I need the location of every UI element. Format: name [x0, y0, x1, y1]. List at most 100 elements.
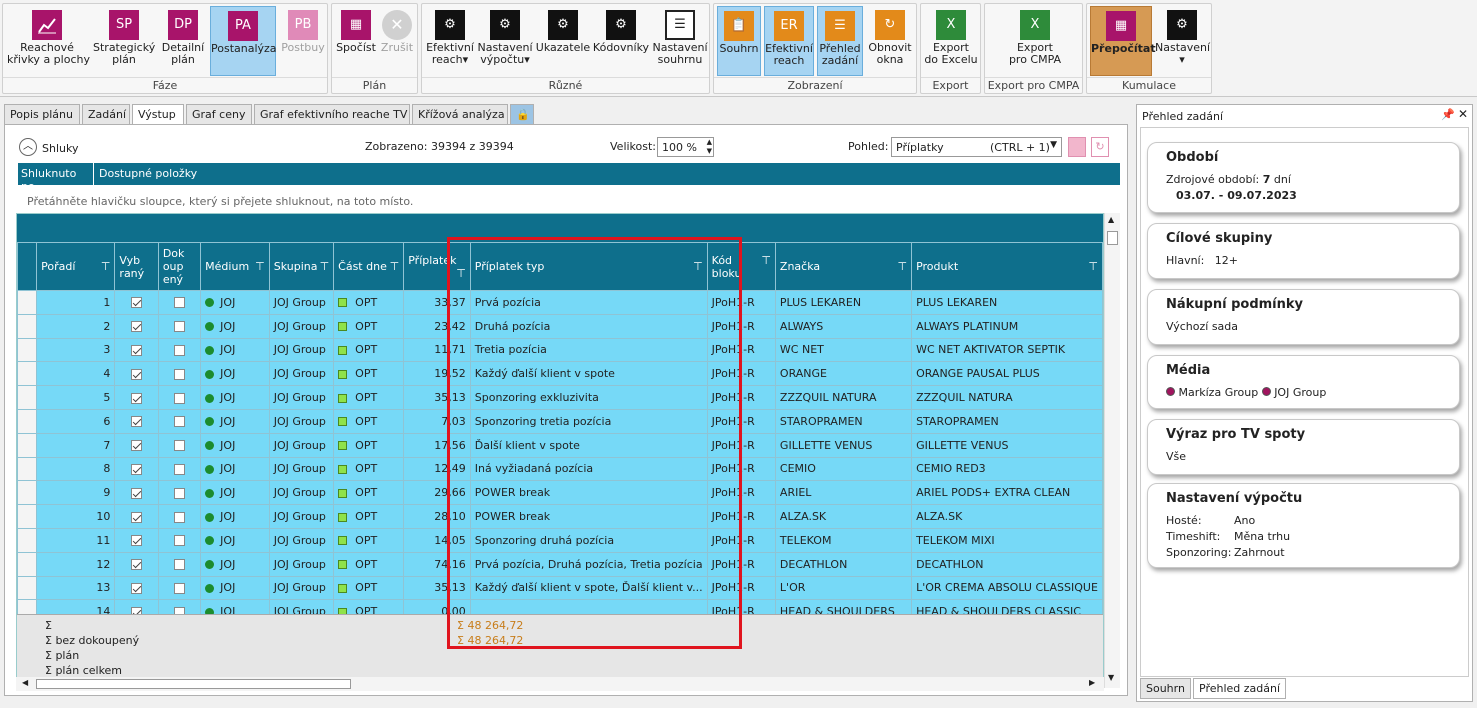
postanalyza-button[interactable]: PA Postanalýza	[210, 6, 277, 76]
cell-medium[interactable]: JOJ	[200, 504, 270, 529]
postbuy-button[interactable]: PB Postbuy	[280, 6, 326, 76]
spin-arrows-icon[interactable]: ▲ ▼	[707, 138, 712, 156]
cell-znacka[interactable]: ALWAYS	[774, 313, 913, 339]
filter-icon[interactable]: ⊤	[255, 260, 265, 273]
row-selector[interactable]	[17, 361, 38, 387]
tab-prehled-zadani[interactable]: Přehled zadání	[1193, 678, 1287, 699]
detailni-plan-button[interactable]: DP Detailní plán	[158, 6, 208, 76]
cell-znacka[interactable]: ALZA.SK	[774, 504, 913, 529]
row-selector[interactable]	[17, 408, 38, 434]
cell-produkt[interactable]: DECATHLON	[911, 551, 1103, 577]
cell-znacka[interactable]: ZZZQUIL NATURA	[774, 385, 913, 410]
filter-icon[interactable]: ⊤	[1088, 260, 1098, 273]
cell-dokoupeny[interactable]	[157, 480, 202, 506]
reset-view-icon[interactable]: ↻	[1091, 137, 1109, 157]
col-dokoupeny[interactable]: Dok oup ený	[157, 242, 202, 291]
checkbox[interactable]	[131, 559, 143, 571]
checkbox[interactable]	[173, 511, 185, 523]
pin-icon[interactable]: 📌	[1441, 108, 1455, 121]
cell-dokoupeny[interactable]	[157, 290, 202, 315]
cell-vybrany[interactable]	[114, 456, 159, 482]
cell-cast-dne[interactable]: OPT	[333, 504, 405, 529]
filter-icon[interactable]: ⊤	[390, 260, 400, 273]
scroll-down-icon[interactable]: ▼	[1108, 673, 1114, 682]
tab-graf-ceny[interactable]: Graf ceny	[186, 104, 252, 125]
row-selector[interactable]	[17, 480, 38, 506]
cell-znacka[interactable]: PLUS LEKAREN	[774, 290, 913, 315]
cell-dokoupeny[interactable]	[157, 456, 202, 482]
cell-produkt[interactable]: PLUS LEKAREN	[911, 290, 1103, 315]
cell-vybrany[interactable]	[114, 313, 159, 339]
souhrn-button[interactable]: 📋 Souhrn	[717, 6, 761, 76]
cell-vybrany[interactable]	[114, 527, 159, 553]
row-selector[interactable]	[17, 527, 38, 553]
checkbox[interactable]	[173, 321, 185, 333]
cell-znacka[interactable]: TELEKOM	[774, 527, 913, 553]
cell-cast-dne[interactable]: OPT	[333, 432, 405, 458]
checkbox[interactable]	[131, 392, 143, 404]
kumulace-nastaveni-dropdown[interactable]: ⚙ Nastavení ▾	[1155, 6, 1210, 76]
cell-cast-dne[interactable]: OPT	[333, 408, 405, 434]
filter-icon[interactable]: ⊤	[761, 254, 771, 267]
cell-vybrany[interactable]	[114, 290, 159, 315]
ukazatele-button[interactable]: ⚙ Ukazatele	[535, 6, 591, 76]
col-skupina[interactable]: Skupina ⊤	[268, 242, 335, 291]
cell-poradi[interactable]: 9	[36, 480, 116, 506]
nastaveni-vypoctu-dropdown[interactable]: ⚙ Nastavení výpočtu▾	[477, 6, 533, 76]
efektivni-reach-dropdown[interactable]: ⚙ Efektivní reach▾	[426, 6, 474, 76]
checkbox[interactable]	[131, 582, 143, 594]
horizontal-scrollbar[interactable]: ◀ ▶	[16, 677, 1104, 691]
cell-skupina[interactable]: JOJ Group	[268, 385, 335, 410]
cell-produkt[interactable]: ARIEL PODS+ EXTRA CLEAN	[911, 480, 1103, 506]
cell-vybrany[interactable]	[114, 361, 159, 387]
cell-dokoupeny[interactable]	[157, 527, 202, 553]
hscroll-thumb[interactable]	[36, 679, 351, 689]
cell-dokoupeny[interactable]	[157, 385, 202, 410]
tab-popis-planu[interactable]: Popis plánu	[4, 104, 80, 125]
nastaveni-souhrnu-button[interactable]: ☰ Nastavení souhrnu	[652, 6, 708, 76]
cell-poradi[interactable]: 11	[36, 527, 116, 553]
checkbox[interactable]	[131, 368, 143, 380]
tab-graf-efektivniho-reache[interactable]: Graf efektivního reache TV	[254, 104, 410, 125]
cell-vybrany[interactable]	[114, 480, 159, 506]
cell-cast-dne[interactable]: OPT	[333, 290, 405, 315]
cell-cast-dne[interactable]: OPT	[333, 385, 405, 410]
cell-cast-dne[interactable]: OPT	[333, 337, 405, 363]
row-selector[interactable]	[17, 432, 38, 458]
col-medium[interactable]: Médium ⊤	[200, 242, 270, 291]
cell-poradi[interactable]: 3	[36, 337, 116, 363]
cell-cast-dne[interactable]: OPT	[333, 456, 405, 482]
cell-produkt[interactable]: L'OR CREMA ABSOLU CLASSIQUE	[911, 575, 1103, 601]
cell-vybrany[interactable]	[114, 385, 159, 410]
scroll-thumb[interactable]	[1107, 231, 1118, 245]
cell-znacka[interactable]: STAROPRAMEN	[774, 408, 913, 434]
row-selector[interactable]	[17, 337, 38, 363]
save-view-icon[interactable]	[1068, 137, 1086, 157]
cell-poradi[interactable]: 10	[36, 504, 116, 529]
cell-produkt[interactable]: ALWAYS PLATINUM	[911, 313, 1103, 339]
cell-vybrany[interactable]	[114, 432, 159, 458]
export-cmpa-button[interactable]: X Export pro CMPA	[1005, 6, 1065, 76]
cell-poradi[interactable]: 7	[36, 432, 116, 458]
cell-medium[interactable]: JOJ	[200, 432, 270, 458]
checkbox[interactable]	[131, 511, 143, 523]
cell-vybrany[interactable]	[114, 551, 159, 577]
tab-souhrn[interactable]: Souhrn	[1140, 678, 1191, 699]
cell-poradi[interactable]: 4	[36, 361, 116, 387]
cell-cast-dne[interactable]: OPT	[333, 575, 405, 601]
tab-zadani[interactable]: Zadání	[82, 104, 130, 125]
cell-cast-dne[interactable]: OPT	[333, 313, 405, 339]
checkbox[interactable]	[173, 416, 185, 428]
cell-skupina[interactable]: JOJ Group	[268, 313, 335, 339]
cell-cast-dne[interactable]: OPT	[333, 527, 405, 553]
cell-skupina[interactable]: JOJ Group	[268, 432, 335, 458]
checkbox[interactable]	[173, 487, 185, 499]
cell-produkt[interactable]: WC NET AKTIVATOR SEPTIK	[911, 337, 1103, 363]
cell-znacka[interactable]: ORANGE	[774, 361, 913, 387]
checkbox[interactable]	[131, 344, 143, 356]
cell-poradi[interactable]: 8	[36, 456, 116, 482]
row-selector[interactable]	[17, 456, 38, 482]
checkbox[interactable]	[131, 487, 143, 499]
filter-icon[interactable]: ⊤	[320, 260, 330, 273]
cell-medium[interactable]: JOJ	[200, 290, 270, 315]
